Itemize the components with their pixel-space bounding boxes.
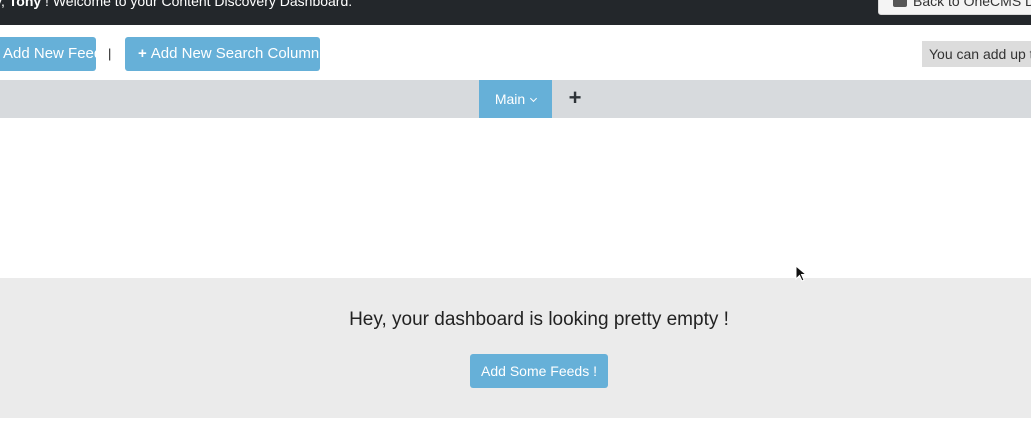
tab-main[interactable]: Main — [479, 80, 552, 118]
greeting-prefix: y, — [0, 0, 5, 9]
toolbar-separator: | — [108, 46, 112, 61]
welcome-text: ! Welcome to your Content Discovery Dash… — [41, 0, 353, 9]
back-icon — [893, 0, 907, 7]
chevron-down-icon — [530, 94, 538, 103]
tab-main-label: Main — [494, 91, 526, 107]
plus-icon: + — [138, 45, 147, 62]
add-new-search-column-button[interactable]: + Add New Search Column — [125, 37, 320, 71]
dashboard-tab-bar: Main + — [0, 80, 1031, 118]
user-name: Tony — [8, 0, 42, 9]
back-button-label: Back to OneCMS D — [913, 0, 1031, 9]
column-limit-notice: You can add up to — [922, 41, 1031, 67]
add-tab-button[interactable]: + — [564, 80, 586, 118]
welcome-message: y, Tony ! Welcome to your Content Discov… — [0, 0, 352, 9]
empty-dashboard-panel: Hey, your dashboard is looking pretty em… — [0, 278, 1031, 418]
add-new-search-column-label: Add New Search Column — [150, 45, 320, 62]
add-new-feed-button[interactable]: Add New Feed — [0, 37, 102, 71]
top-navigation-bar: y, Tony ! Welcome to your Content Discov… — [0, 0, 1031, 25]
toolbar: Add New Feed | + Add New Search Column Yo… — [0, 25, 1031, 80]
empty-dashboard-message: Hey, your dashboard is looking pretty em… — [349, 309, 729, 330]
mouse-cursor-icon — [795, 265, 808, 282]
add-new-feed-label: Add New Feed — [3, 45, 103, 62]
add-some-feeds-button[interactable]: Add Some Feeds ! — [470, 354, 608, 388]
back-to-onecms-button[interactable]: Back to OneCMS D — [878, 0, 1031, 15]
